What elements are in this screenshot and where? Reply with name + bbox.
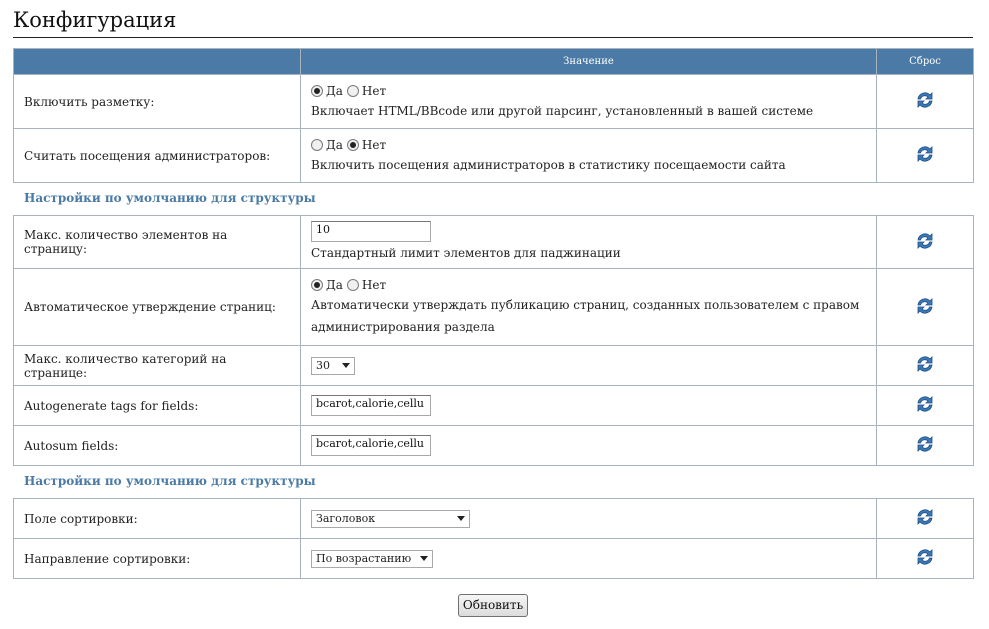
- row-autosum-fields: Autosum fields: bcarot,calorie,cellu: [13, 425, 974, 466]
- reset-cell: [876, 345, 974, 386]
- row-value: bcarot,calorie,cellu: [300, 425, 877, 466]
- refresh-icon[interactable]: [915, 296, 935, 316]
- radio-group: Да Нет: [311, 276, 866, 294]
- row-categories-per-page: Макс. количество категорий на странице: …: [13, 345, 974, 386]
- refresh-icon[interactable]: [915, 354, 935, 374]
- row-label: Макс. количество элементов на страницу:: [13, 215, 301, 269]
- row-value: По возрастанию: [300, 538, 877, 579]
- config-table-structure: Макс. количество элементов на страницу: …: [13, 215, 974, 466]
- config-table-sorting: Поле сортировки: Заголовок Направление с…: [13, 498, 974, 579]
- categories-per-page-select[interactable]: 30: [311, 356, 355, 375]
- radio-yes-option[interactable]: Да: [311, 84, 343, 98]
- row-value: Да Нет Автоматически утверждать публикац…: [300, 268, 877, 346]
- row-label: Считать посещения администраторов:: [13, 128, 301, 183]
- radio-yes-label: Да: [326, 137, 343, 152]
- sort-direction-select[interactable]: По возрастанию: [311, 549, 433, 568]
- row-value: 10 Стандартный лимит элементов для паджи…: [300, 215, 877, 269]
- refresh-icon[interactable]: [915, 231, 935, 251]
- reset-cell: [876, 538, 974, 579]
- radio-no-label: Нет: [361, 83, 387, 98]
- items-per-page-input[interactable]: 10: [311, 220, 431, 242]
- select-value: Заголовок: [316, 512, 376, 525]
- row-description-line2: администрирования раздела: [311, 320, 495, 334]
- reset-cell: [876, 425, 974, 466]
- row-sort-direction: Направление сортировки: По возрастанию: [13, 538, 974, 579]
- row-label: Autosum fields:: [13, 425, 301, 466]
- row-description: Включает HTML/BBcode или другой парсинг,…: [311, 103, 814, 118]
- chevron-down-icon: [420, 556, 428, 561]
- radio-no-option[interactable]: Нет: [346, 137, 387, 152]
- reset-cell: [876, 74, 974, 129]
- config-page: Конфигурация Значение Сброс Включить раз…: [0, 0, 989, 629]
- row-description-line1: Автоматически утверждать публикацию стра…: [311, 298, 860, 312]
- reset-cell: [876, 385, 974, 426]
- row-description: Включить посещения администраторов в ста…: [311, 157, 786, 172]
- row-value: Да Нет Включает HTML/BBcode или другой п…: [300, 74, 877, 129]
- row-count-admin-visits: Считать посещения администраторов: Да Не…: [13, 128, 974, 183]
- row-label: Направление сортировки:: [13, 538, 301, 579]
- config-table-main: Значение Сброс Включить разметку: Да Нет…: [13, 48, 974, 183]
- chevron-down-icon: [342, 363, 350, 368]
- row-label: Поле сортировки:: [13, 498, 301, 539]
- row-value: bcarot,calorie,cellu: [300, 385, 877, 426]
- radio-group: Да Нет: [311, 82, 866, 100]
- reset-cell: [876, 128, 974, 183]
- title-divider: [13, 37, 973, 38]
- autogenerate-tags-input[interactable]: bcarot,calorie,cellu: [311, 395, 431, 416]
- reset-cell: [876, 268, 974, 346]
- row-value: Заголовок: [300, 498, 877, 539]
- row-label: Макс. количество категорий на странице:: [13, 345, 301, 386]
- row-auto-approve: Автоматическое утверждение страниц: Да Н…: [13, 268, 974, 346]
- radio-no-option[interactable]: Нет: [346, 83, 387, 98]
- radio-yes-option[interactable]: Да: [311, 278, 343, 292]
- chevron-down-icon: [457, 516, 465, 521]
- reset-cell: [876, 215, 974, 269]
- row-label: Автоматическое утверждение страниц:: [13, 268, 301, 346]
- refresh-icon[interactable]: [915, 394, 935, 414]
- radio-no[interactable]: [346, 279, 359, 291]
- radio-yes[interactable]: [311, 279, 323, 291]
- radio-no[interactable]: [346, 84, 359, 97]
- row-autogenerate-tags: Autogenerate tags for fields: bcarot,cal…: [13, 385, 974, 426]
- radio-yes[interactable]: [311, 84, 323, 97]
- radio-yes[interactable]: [311, 138, 323, 151]
- radio-no-label: Нет: [361, 278, 387, 292]
- page-title: Конфигурация: [13, 8, 177, 32]
- row-label: Включить разметку:: [13, 74, 301, 129]
- select-value: По возрастанию: [316, 552, 412, 565]
- radio-yes-label: Да: [326, 278, 343, 292]
- header-value-col: Значение: [300, 48, 877, 75]
- row-value: Да Нет Включить посещения администраторо…: [300, 128, 877, 183]
- row-description: Стандартный лимит элементов для паджинац…: [311, 245, 621, 260]
- row-items-per-page: Макс. количество элементов на страницу: …: [13, 215, 974, 269]
- row-enable-markup: Включить разметку: Да Нет Включает HTML/…: [13, 74, 974, 129]
- radio-no[interactable]: [346, 138, 359, 151]
- radio-group: Да Нет: [311, 136, 866, 154]
- refresh-icon[interactable]: [915, 434, 935, 454]
- update-button[interactable]: Обновить: [458, 594, 528, 617]
- reset-cell: [876, 498, 974, 539]
- section-title: Настройки по умолчанию для структуры: [24, 191, 316, 205]
- row-label: Autogenerate tags for fields:: [13, 385, 301, 426]
- row-sort-field: Поле сортировки: Заголовок: [13, 498, 974, 539]
- refresh-icon[interactable]: [915, 90, 935, 110]
- header-label-col: [13, 48, 301, 75]
- refresh-icon[interactable]: [915, 507, 935, 527]
- header-reset-col: Сброс: [876, 48, 974, 75]
- radio-no-option[interactable]: Нет: [346, 278, 387, 292]
- autosum-fields-input[interactable]: bcarot,calorie,cellu: [311, 435, 431, 456]
- radio-yes-label: Да: [326, 83, 343, 98]
- refresh-icon[interactable]: [915, 547, 935, 567]
- radio-no-label: Нет: [361, 137, 387, 152]
- row-value: 30: [300, 345, 877, 386]
- refresh-icon[interactable]: [915, 144, 935, 164]
- sort-field-select[interactable]: Заголовок: [311, 509, 470, 528]
- section-title: Настройки по умолчанию для структуры: [24, 474, 316, 488]
- radio-yes-option[interactable]: Да: [311, 138, 343, 152]
- select-value: 30: [316, 359, 330, 372]
